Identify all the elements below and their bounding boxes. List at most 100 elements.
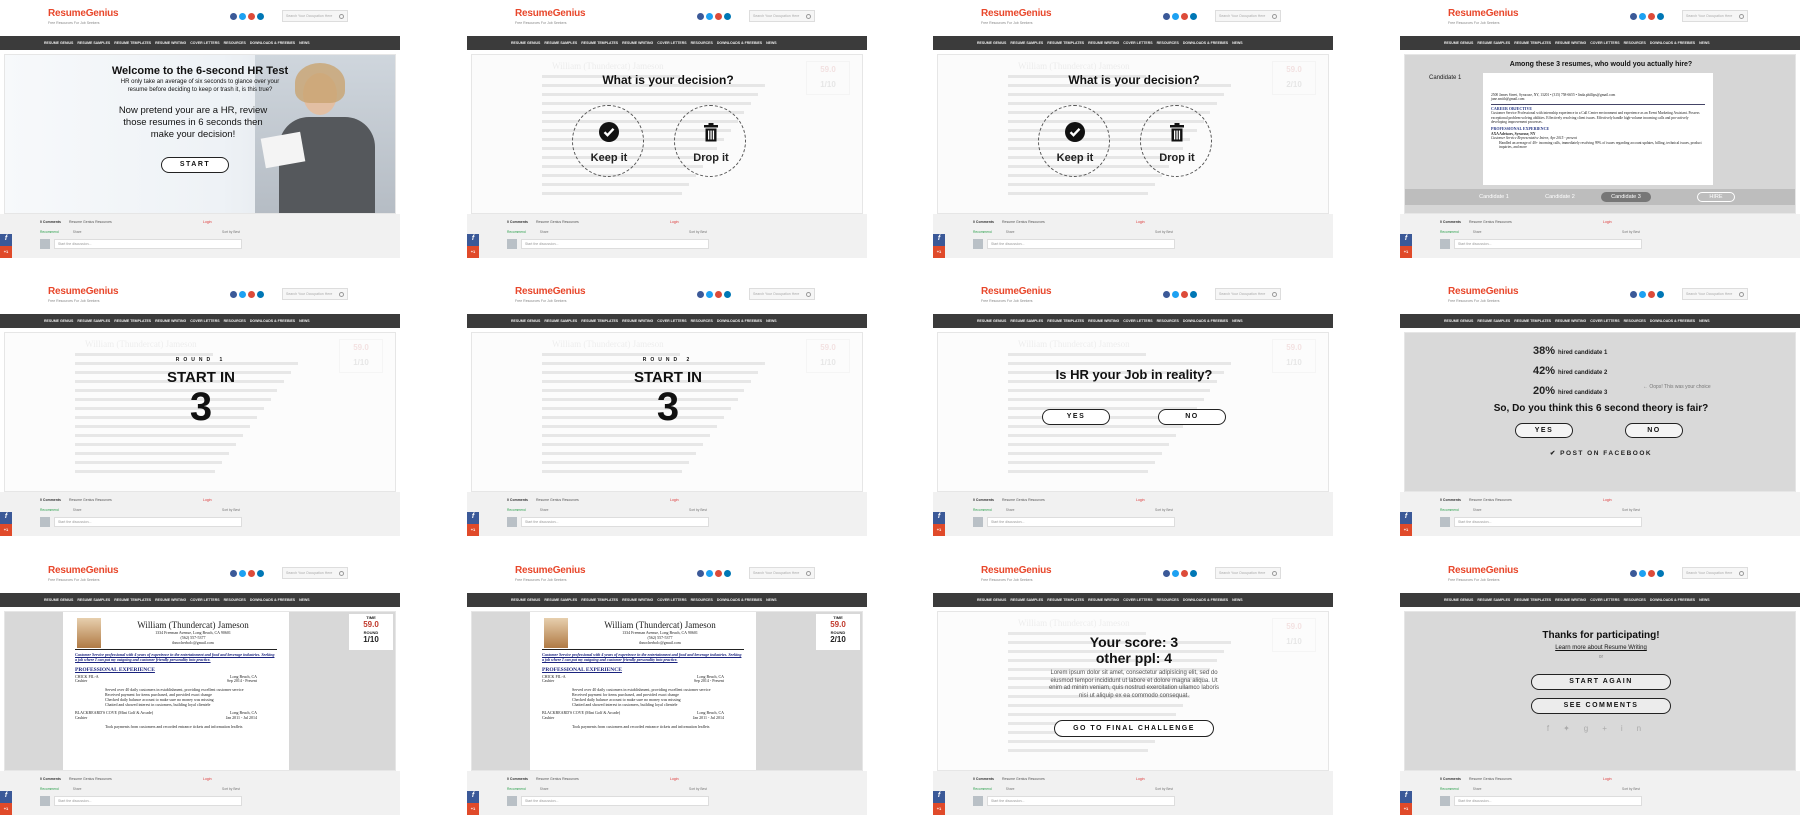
- nav-item[interactable]: RESUME TEMPLATES: [1514, 41, 1551, 45]
- nav-item[interactable]: RESOURCES: [1624, 319, 1646, 323]
- facebook-like-widget[interactable]: f +1: [0, 791, 12, 815]
- linkedin-icon[interactable]: in: [1621, 724, 1655, 733]
- nav-item[interactable]: COVER LETTERS: [1590, 319, 1619, 323]
- google-plus-icon[interactable]: [1181, 291, 1188, 298]
- nav-item[interactable]: NEWS: [1699, 319, 1710, 323]
- facebook-like-widget[interactable]: f +1: [933, 791, 945, 815]
- community-name[interactable]: Resume Genius Resources: [1469, 777, 1512, 781]
- search-input[interactable]: Search Your Occupation Here: [749, 567, 815, 579]
- nav-item[interactable]: COVER LETTERS: [1123, 41, 1152, 45]
- nav-item[interactable]: COVER LETTERS: [1123, 319, 1152, 323]
- twitter-icon[interactable]: [239, 13, 246, 20]
- share-button[interactable]: Share: [73, 508, 82, 512]
- nav-item[interactable]: RESOURCES: [1157, 598, 1179, 602]
- login-link[interactable]: Login: [1136, 498, 1145, 502]
- sort-dropdown[interactable]: Sort by Best: [1155, 787, 1173, 791]
- twitter-icon[interactable]: [706, 570, 713, 577]
- share-button[interactable]: Share: [73, 787, 82, 791]
- nav-item[interactable]: RESUME WRITING: [1088, 41, 1119, 45]
- twitter-icon[interactable]: [1172, 13, 1179, 20]
- nav-item[interactable]: DOWNLOADS & FREEBIES: [717, 598, 762, 602]
- linkedin-icon[interactable]: [257, 570, 264, 577]
- google-plus-icon[interactable]: [248, 13, 255, 20]
- site-logo[interactable]: ResumeGenius: [981, 8, 1052, 19]
- nav-item[interactable]: DOWNLOADS & FREEBIES: [1650, 598, 1695, 602]
- site-logo[interactable]: ResumeGenius: [48, 8, 119, 19]
- google-plus-icon[interactable]: [1181, 570, 1188, 577]
- sort-dropdown[interactable]: Sort by Best: [1155, 508, 1173, 512]
- nav-item[interactable]: RESOURCES: [1624, 598, 1646, 602]
- facebook-like-widget[interactable]: f +1: [1400, 234, 1412, 258]
- recommend-button[interactable]: Recommend: [507, 787, 526, 791]
- facebook-icon[interactable]: f: [1547, 724, 1563, 733]
- linkedin-icon[interactable]: [1190, 570, 1197, 577]
- nav-item[interactable]: NEWS: [766, 598, 777, 602]
- nav-item[interactable]: RESOURCES: [1624, 41, 1646, 45]
- nav-item[interactable]: RESUME TEMPLATES: [581, 598, 618, 602]
- login-link[interactable]: Login: [1603, 777, 1612, 781]
- facebook-like-widget[interactable]: f +1: [467, 234, 479, 258]
- nav-item[interactable]: COVER LETTERS: [1123, 598, 1152, 602]
- share-button[interactable]: Share: [1006, 787, 1015, 791]
- nav-item[interactable]: RESUME SAMPLES: [1477, 319, 1510, 323]
- nav-item[interactable]: RESUME GENIUS: [1444, 319, 1473, 323]
- linkedin-icon[interactable]: [724, 291, 731, 298]
- nav-item[interactable]: RESUME GENIUS: [977, 598, 1006, 602]
- comment-count[interactable]: 0 Comments: [40, 220, 61, 224]
- nav-item[interactable]: RESUME TEMPLATES: [1514, 319, 1551, 323]
- google-plus-icon[interactable]: [715, 291, 722, 298]
- comment-count[interactable]: 0 Comments: [40, 498, 61, 502]
- sort-dropdown[interactable]: Sort by Best: [1155, 230, 1173, 234]
- twitter-icon[interactable]: [1639, 291, 1646, 298]
- login-link[interactable]: Login: [203, 220, 212, 224]
- search-input[interactable]: Search Your Occupation Here: [749, 10, 815, 22]
- share-button[interactable]: Share: [1473, 230, 1482, 234]
- post-facebook-button[interactable]: ✔ POST ON FACEBOOK: [1405, 449, 1795, 457]
- facebook-icon[interactable]: [230, 291, 237, 298]
- comment-count[interactable]: 0 Comments: [507, 498, 528, 502]
- google-plus-icon[interactable]: [715, 13, 722, 20]
- nav-item[interactable]: RESUME SAMPLES: [77, 319, 110, 323]
- final-challenge-button[interactable]: GO TO FINAL CHALLENGE: [1054, 720, 1214, 737]
- start-again-button[interactable]: START AGAIN: [1531, 674, 1671, 690]
- nav-item[interactable]: RESUME SAMPLES: [544, 319, 577, 323]
- facebook-like-widget[interactable]: f +1: [0, 234, 12, 258]
- login-link[interactable]: Login: [203, 777, 212, 781]
- google-plus-icon[interactable]: [715, 570, 722, 577]
- nav-item[interactable]: RESUME SAMPLES: [544, 41, 577, 45]
- login-link[interactable]: Login: [1603, 498, 1612, 502]
- recommend-button[interactable]: Recommend: [40, 508, 59, 512]
- community-name[interactable]: Resume Genius Resources: [69, 498, 112, 502]
- recommend-button[interactable]: Recommend: [40, 787, 59, 791]
- nav-item[interactable]: RESUME TEMPLATES: [114, 319, 151, 323]
- linkedin-icon[interactable]: [724, 570, 731, 577]
- facebook-icon[interactable]: [697, 570, 704, 577]
- discussion-input[interactable]: Start the discussion...: [987, 796, 1175, 806]
- facebook-icon[interactable]: [1630, 13, 1637, 20]
- sort-dropdown[interactable]: Sort by Best: [222, 508, 240, 512]
- facebook-icon[interactable]: [1630, 570, 1637, 577]
- nav-item[interactable]: RESUME TEMPLATES: [581, 319, 618, 323]
- nav-item[interactable]: RESOURCES: [224, 319, 246, 323]
- search-input[interactable]: Search Your Occupation Here: [1215, 567, 1281, 579]
- nav-item[interactable]: RESUME WRITING: [1088, 598, 1119, 602]
- site-logo[interactable]: ResumeGenius: [515, 8, 586, 19]
- candidate-tab-2[interactable]: Candidate 2: [1535, 192, 1585, 202]
- nav-item[interactable]: RESUME SAMPLES: [1477, 41, 1510, 45]
- start-button[interactable]: START: [161, 157, 229, 173]
- share-button[interactable]: Share: [1006, 230, 1015, 234]
- keep-button[interactable]: Keep it: [572, 105, 644, 177]
- nav-item[interactable]: RESUME WRITING: [622, 319, 653, 323]
- nav-item[interactable]: COVER LETTERS: [190, 319, 219, 323]
- community-name[interactable]: Resume Genius Resources: [536, 777, 579, 781]
- comment-count[interactable]: 0 Comments: [1440, 498, 1461, 502]
- nav-item[interactable]: RESUME TEMPLATES: [114, 598, 151, 602]
- nav-item[interactable]: RESUME WRITING: [155, 319, 186, 323]
- nav-item[interactable]: RESOURCES: [1157, 41, 1179, 45]
- facebook-like-widget[interactable]: f +1: [467, 791, 479, 815]
- search-input[interactable]: Search Your Occupation Here: [1215, 10, 1281, 22]
- nav-item[interactable]: NEWS: [1699, 598, 1710, 602]
- recommend-button[interactable]: Recommend: [1440, 508, 1459, 512]
- nav-item[interactable]: RESUME TEMPLATES: [1514, 598, 1551, 602]
- recommend-button[interactable]: Recommend: [973, 787, 992, 791]
